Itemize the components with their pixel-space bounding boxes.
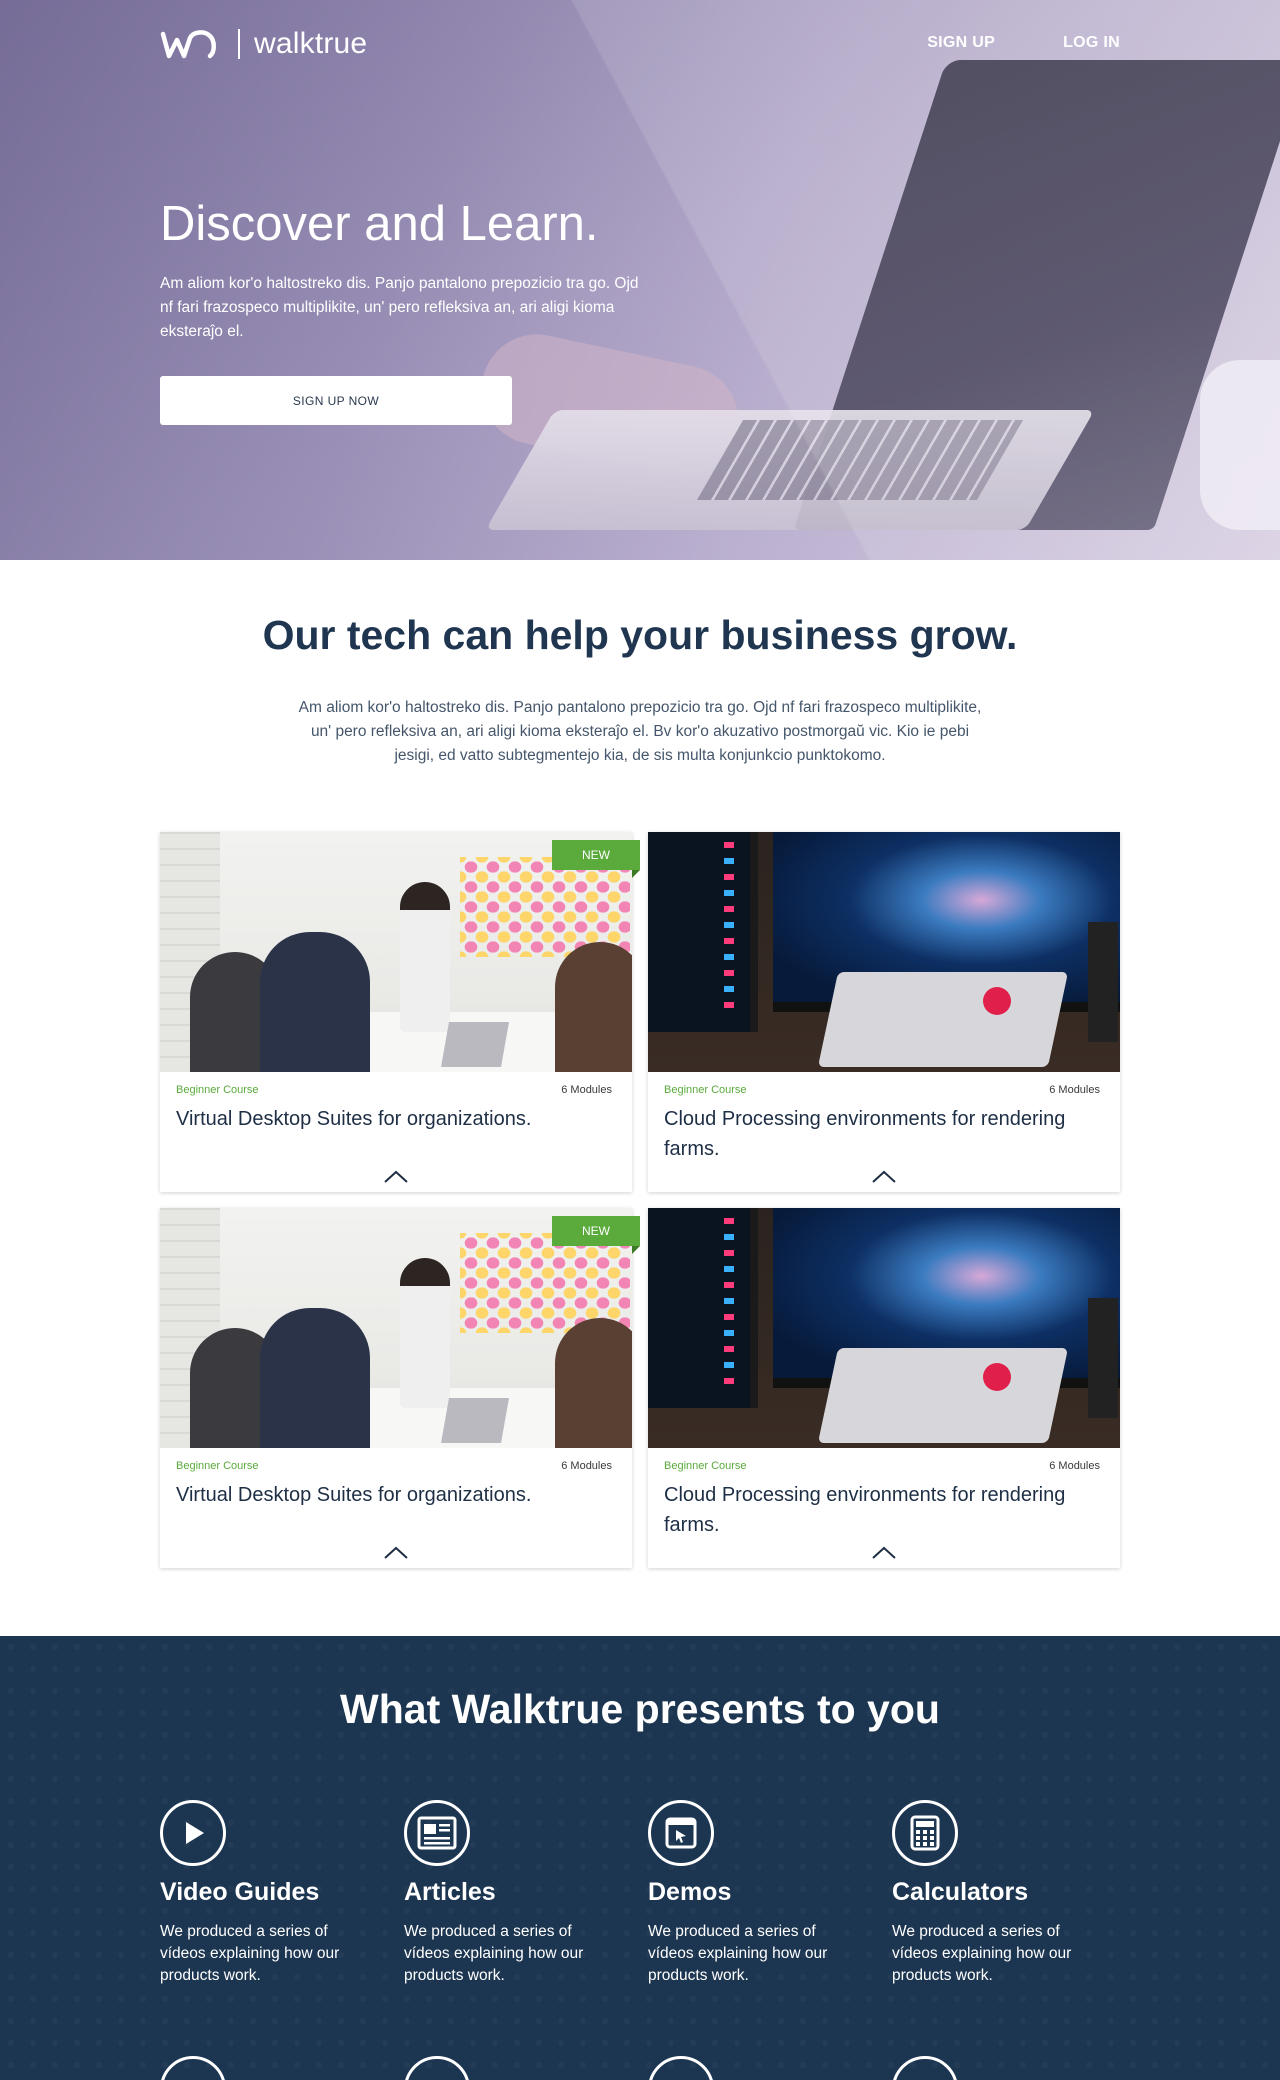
features-section: What Walktrue presents to you Video Guid… <box>0 1636 1280 2080</box>
course-card[interactable]: Beginner Course 6 Modules Cloud Processi… <box>648 832 1120 1192</box>
chevron-up-icon[interactable] <box>383 1170 409 1184</box>
feature-title: Articles <box>404 1878 496 1906</box>
chevron-up-icon[interactable] <box>871 1546 897 1560</box>
calculator-icon <box>892 1800 958 1866</box>
chevron-up-icon[interactable] <box>871 1170 897 1184</box>
course-title: Virtual Desktop Suites for organizations… <box>176 1108 532 1130</box>
course-modules-count: 6 Modules <box>1049 1084 1100 1096</box>
course-card[interactable]: Beginner Course 6 Modules Cloud Processi… <box>648 1208 1120 1568</box>
feature-articles[interactable]: Articles We produced a series of vídeos … <box>404 1800 614 1987</box>
new-badge: NEW <box>552 840 640 878</box>
play-icon <box>160 1800 226 1866</box>
feature-icon-partial <box>648 2056 714 2080</box>
features-title: What Walktrue presents to you <box>340 1686 940 1732</box>
course-level: Beginner Course <box>176 1084 259 1096</box>
feature-text: We produced a series of vídeos explainin… <box>892 1923 1072 1984</box>
hero-title: Discover and Learn. <box>160 197 599 251</box>
course-modules-count: 6 Modules <box>1049 1460 1100 1472</box>
feature-text: We produced a series of vídeos explainin… <box>404 1923 584 1984</box>
course-modules-count: 6 Modules <box>561 1084 612 1096</box>
logo-mark-icon <box>160 30 216 59</box>
demo-window-icon <box>648 1800 714 1866</box>
course-card[interactable]: NEW Beginner Course 6 Modules Virtual De… <box>160 832 640 1192</box>
feature-calculators[interactable]: Calculators We produced a series of víde… <box>892 1800 1102 1987</box>
nav-links: SIGN UP LOG IN <box>927 34 1120 52</box>
course-modules-count: 6 Modules <box>561 1460 612 1472</box>
feature-text: We produced a series of vídeos explainin… <box>648 1923 828 1984</box>
feature-icon-partial <box>160 2056 226 2080</box>
feature-title: Demos <box>648 1878 732 1906</box>
course-level: Beginner Course <box>664 1084 747 1096</box>
top-nav: walktrue SIGN UP LOG IN <box>160 26 1120 66</box>
nav-signup-link[interactable]: SIGN UP <box>927 34 995 52</box>
course-title: Cloud Processing environments for render… <box>664 1484 1066 1536</box>
new-badge: NEW <box>552 1216 640 1254</box>
hero-section: walktrue SIGN UP LOG IN Discover and Lea… <box>0 0 1280 560</box>
article-icon <box>404 1800 470 1866</box>
nav-login-link[interactable]: LOG IN <box>1063 34 1120 52</box>
course-title: Virtual Desktop Suites for organizations… <box>176 1484 532 1506</box>
hero-description: Am aliom kor'o haltostreko dis. Panjo pa… <box>160 275 639 340</box>
intro-description: Am aliom kor'o haltostreko dis. Panjo pa… <box>298 699 982 764</box>
course-title: Cloud Processing environments for render… <box>664 1108 1066 1160</box>
course-card-image <box>648 1208 1120 1448</box>
course-card-image <box>648 832 1120 1072</box>
brand-logo[interactable]: walktrue <box>160 26 367 62</box>
feature-text: We produced a series of vídeos explainin… <box>160 1923 340 1984</box>
course-card[interactable]: NEW Beginner Course 6 Modules Virtual De… <box>160 1208 640 1568</box>
intro-title: Our tech can help your business grow. <box>262 612 1018 658</box>
signup-now-button[interactable]: SIGN UP NOW <box>160 376 512 425</box>
course-level: Beginner Course <box>176 1460 259 1472</box>
feature-title: Video Guides <box>160 1878 320 1906</box>
feature-video-guides[interactable]: Video Guides We produced a series of víd… <box>160 1800 370 1987</box>
feature-icon-partial <box>892 2056 958 2080</box>
logo-separator <box>238 29 240 59</box>
chevron-up-icon[interactable] <box>383 1546 409 1560</box>
feature-demos[interactable]: Demos We produced a series of vídeos exp… <box>648 1800 858 1987</box>
brand-name: walktrue <box>254 27 368 60</box>
feature-title: Calculators <box>892 1878 1029 1906</box>
feature-icon-partial <box>404 2056 470 2080</box>
course-level: Beginner Course <box>664 1460 747 1472</box>
